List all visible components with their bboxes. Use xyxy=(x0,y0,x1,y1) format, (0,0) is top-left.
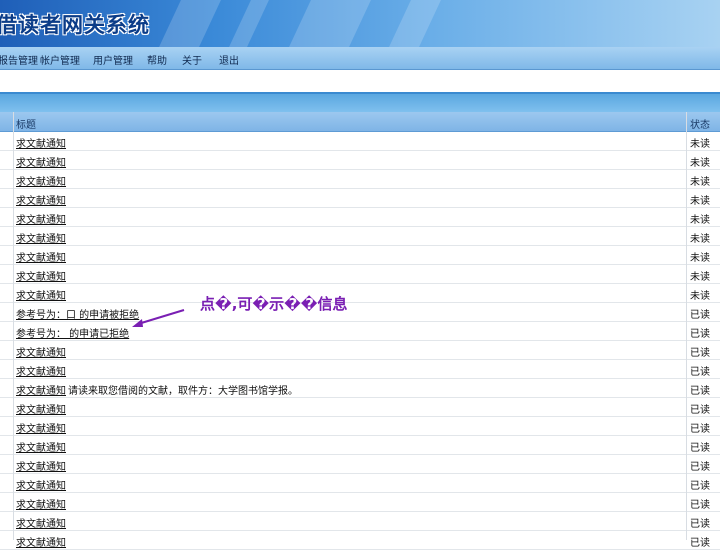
banner-decoration xyxy=(159,0,221,47)
menu-item-user[interactable]: 用户管理 xyxy=(93,52,133,67)
table-row[interactable]: 求文献通知 未读 xyxy=(0,208,720,227)
table-row[interactable]: 求文献通知 未读 xyxy=(0,189,720,208)
content-spacer xyxy=(0,70,720,92)
message-table: 标题 状态 求文献通知 未读 求文献通知 未读 求文献通知 未读 求文献通知 未读 求文献通知未… xyxy=(0,112,720,550)
table-row[interactable]: 求文献通知 已读 xyxy=(0,474,720,493)
row-title-link[interactable]: 求文献通知 xyxy=(16,496,66,511)
row-title-link[interactable]: 参考号为：口 的申请被拒绝 xyxy=(16,306,139,321)
table-row[interactable]: 求文献通知 已读 xyxy=(0,398,720,417)
row-status: 已读 xyxy=(690,424,710,435)
column-divider xyxy=(686,112,687,540)
row-title-link[interactable]: 求文献通知 xyxy=(16,458,66,473)
row-title-link[interactable]: 求文献通知 xyxy=(16,192,66,207)
table-row[interactable]: 求文献通知 未读 xyxy=(0,151,720,170)
banner-decoration xyxy=(229,0,269,47)
column-header-title[interactable]: 标题 xyxy=(16,116,36,131)
row-title-link[interactable]: 求文献通知 xyxy=(16,211,66,226)
row-title-link[interactable]: 求文献通知 xyxy=(16,154,66,169)
column-header-status[interactable]: 状态 xyxy=(690,116,710,131)
row-status: 已读 xyxy=(690,519,710,530)
row-detail-text: 请读来取您借阅的文献，取件方：大学图书馆学报。 xyxy=(68,386,298,397)
row-status: 未读 xyxy=(690,215,710,226)
table-row[interactable]: 参考号为：口 的申请被拒绝 已读 xyxy=(0,303,720,322)
row-status: 已读 xyxy=(690,329,710,340)
row-status: 未读 xyxy=(690,158,710,169)
row-title-link[interactable]: 求文献通知 xyxy=(16,477,66,492)
row-status: 未读 xyxy=(690,196,710,207)
row-title-link[interactable]: 求文献通知 xyxy=(16,534,66,549)
row-status: 未读 xyxy=(690,291,710,302)
table-row[interactable]: 求文献通知 未读 xyxy=(0,246,720,265)
row-title-link[interactable]: 求文献通知 xyxy=(16,515,66,530)
menu-bar: 报告管理 帐户管理 用户管理 帮助 关于 退出 xyxy=(0,47,720,70)
row-status: 已读 xyxy=(690,386,710,397)
row-status: 已读 xyxy=(690,367,710,378)
menu-item-about[interactable]: 关于 xyxy=(182,52,202,67)
table-row[interactable]: 求文献通知 未读 xyxy=(0,265,720,284)
row-status: 未读 xyxy=(690,272,710,283)
table-row[interactable]: 求文献通知 未读 xyxy=(0,132,720,151)
table-row[interactable]: 求文献通知 未读 xyxy=(0,227,720,246)
row-status: 已读 xyxy=(690,443,710,454)
table-row[interactable]: 求文献通知 未读 xyxy=(0,284,720,303)
row-status: 未读 xyxy=(690,177,710,188)
table-row[interactable]: 求文献通知 已读 xyxy=(0,455,720,474)
row-title-link[interactable]: 求文献通知 xyxy=(16,268,66,283)
table-row[interactable]: 求文献通知 已读 xyxy=(0,493,720,512)
row-status: 已读 xyxy=(690,405,710,416)
section-strip xyxy=(0,92,720,112)
row-status: 已读 xyxy=(690,538,710,549)
table-row[interactable]: 求文献通知 已读 xyxy=(0,360,720,379)
row-title-link[interactable]: 求文献通知 xyxy=(16,287,66,302)
row-title-link[interactable]: 求文献通知 xyxy=(16,135,66,150)
row-title-link[interactable]: 求文献通知 xyxy=(16,439,66,454)
header-banner: 借读者网关系统 xyxy=(0,0,720,47)
row-status: 已读 xyxy=(690,462,710,473)
table-header: 标题 状态 xyxy=(0,112,720,132)
menu-item-account[interactable]: 帐户管理 xyxy=(40,52,80,67)
row-status: 已读 xyxy=(690,348,710,359)
row-title-link[interactable]: 求文献通知 xyxy=(16,363,66,378)
table-body: 求文献通知 未读 求文献通知 未读 求文献通知 未读 求文献通知 未读 求文献通知 未读 求文献通知… xyxy=(0,132,720,550)
banner-decoration xyxy=(389,0,441,47)
row-title-link[interactable]: 求文献通知 xyxy=(16,401,66,416)
table-row[interactable]: 求文献通知 请读来取您借阅的文献，取件方：大学图书馆学报。 已读 xyxy=(0,379,720,398)
menu-item-report[interactable]: 报告管理 xyxy=(0,52,38,67)
row-title-link[interactable]: 求文献通知 xyxy=(16,420,66,435)
row-title-link[interactable]: 求文献通知 xyxy=(16,249,66,264)
table-row[interactable]: 求文献通知 已读 xyxy=(0,436,720,455)
menu-item-help[interactable]: 帮助 xyxy=(147,52,167,67)
table-row[interactable]: 求文献通知 已读 xyxy=(0,417,720,436)
table-row[interactable]: 求文献通知 已读 xyxy=(0,531,720,550)
row-title-link[interactable]: 求文献通知 xyxy=(16,344,66,359)
annotation-arrow-icon xyxy=(132,309,185,327)
row-status: 已读 xyxy=(690,310,710,321)
row-title-link[interactable]: 求文献通知 xyxy=(16,382,66,397)
annotation-text: 点�,可�示��信息 xyxy=(200,295,348,313)
row-status: 未读 xyxy=(690,253,710,264)
app-title: 借读者网关系统 xyxy=(0,13,150,37)
row-title-link[interactable]: 求文献通知 xyxy=(16,173,66,188)
table-row[interactable]: 求文献通知 已读 xyxy=(0,341,720,360)
row-title-link[interactable]: 参考号为： 的申请已拒绝 xyxy=(16,325,129,340)
table-row[interactable]: 参考号为： 的申请已拒绝 已读 xyxy=(0,322,720,341)
table-row[interactable]: 求文献通知 已读 xyxy=(0,512,720,531)
row-status: 已读 xyxy=(690,500,710,511)
row-title-link[interactable]: 求文献通知 xyxy=(16,230,66,245)
menu-item-logout[interactable]: 退出 xyxy=(219,52,239,67)
banner-decoration xyxy=(289,0,371,47)
column-divider xyxy=(13,112,14,540)
row-status: 未读 xyxy=(690,139,710,150)
row-status: 未读 xyxy=(690,234,710,245)
table-row[interactable]: 求文献通知 未读 xyxy=(0,170,720,189)
row-status: 已读 xyxy=(690,481,710,492)
